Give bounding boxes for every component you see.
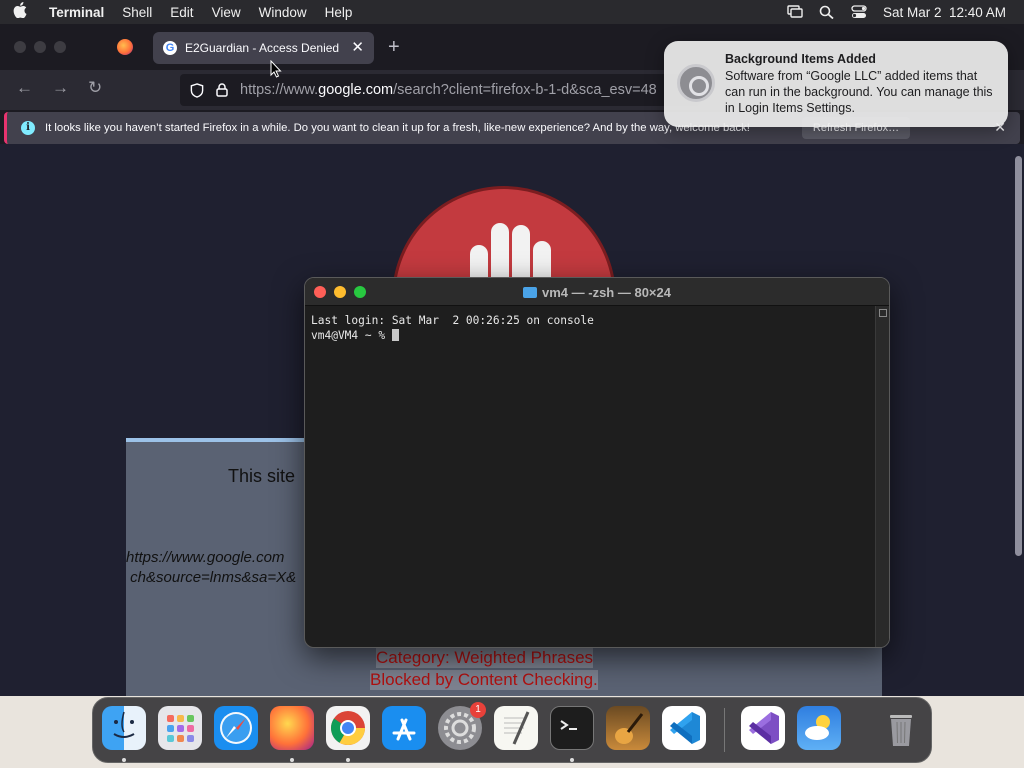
blocked-heading: This site: [228, 466, 296, 486]
back-button[interactable]: ←: [16, 78, 33, 98]
menu-bar-clock[interactable]: Sat Mar 2 12:40 AM: [883, 5, 1006, 20]
zoom-window-button[interactable]: [54, 41, 66, 53]
menu-bar: Terminal Shell Edit View Window Help Sat…: [0, 0, 1024, 24]
firefox-running-dot: [290, 758, 294, 762]
garageband-icon[interactable]: [606, 706, 650, 750]
url-bar[interactable]: https://www.google.com/search?client=fir…: [180, 74, 700, 106]
prompt-line[interactable]: vm4@VM4 ~ %: [311, 328, 594, 344]
vscode-icon[interactable]: [662, 706, 706, 750]
safari-icon[interactable]: [214, 706, 258, 750]
terminal-running-dot: [570, 758, 574, 762]
app-store-icon[interactable]: [382, 706, 426, 750]
blocked-url-line1: https://www.google.com: [126, 549, 285, 566]
blocked-url-line2: ch&source=lnms&sa=X&: [126, 569, 297, 586]
lock-icon[interactable]: [216, 83, 228, 97]
menu-view[interactable]: View: [203, 5, 250, 20]
launchpad-icon[interactable]: [158, 706, 202, 750]
block-category: Category: Weighted Phrases: [376, 648, 594, 668]
dock-separator: [724, 708, 725, 752]
background-items-notification[interactable]: Background Items Added Software from “Go…: [664, 41, 1008, 127]
chrome-running-dot: [346, 758, 350, 762]
firefox-view-icon[interactable]: [117, 39, 133, 55]
new-tab-button[interactable]: +: [388, 36, 400, 59]
firefox-icon[interactable]: [270, 706, 314, 750]
folder-icon: [523, 287, 537, 298]
block-reason: Blocked by Content Checking.: [370, 670, 598, 690]
close-window-button[interactable]: [14, 41, 26, 53]
minimize-window-button[interactable]: [34, 41, 46, 53]
settings-badge: 1: [470, 702, 486, 718]
page-scrollbar[interactable]: [1015, 156, 1022, 556]
tracking-shield-icon[interactable]: [190, 82, 204, 98]
shell-prompt: vm4@VM4 ~ %: [311, 328, 392, 342]
menu-help[interactable]: Help: [316, 5, 362, 20]
google-favicon-icon: G: [163, 41, 177, 55]
info-icon: i: [21, 121, 35, 135]
menu-window[interactable]: Window: [250, 5, 316, 20]
menu-shell[interactable]: Shell: [113, 5, 161, 20]
terminal-titlebar[interactable]: vm4 — -zsh — 80×24: [305, 278, 889, 306]
terminal-title: vm4 — -zsh — 80×24: [305, 285, 889, 300]
tab-e2guardian[interactable]: G E2Guardian - Access Denied ✕: [153, 32, 374, 64]
spotlight-search-icon[interactable]: [819, 5, 835, 19]
menu-edit[interactable]: Edit: [161, 5, 202, 20]
forward-button[interactable]: →: [52, 78, 69, 98]
url-text[interactable]: https://www.google.com/search?client=fir…: [240, 82, 657, 98]
tab-title: E2Guardian - Access Denied: [185, 41, 340, 55]
chrome-icon[interactable]: [326, 706, 370, 750]
trash-icon[interactable]: [879, 706, 923, 750]
mouse-pointer-icon: [270, 60, 282, 78]
reload-button[interactable]: ↻: [88, 78, 102, 98]
terminal-app-icon[interactable]: [550, 706, 594, 750]
screen-mirroring-icon[interactable]: [787, 5, 803, 19]
menu-app-terminal[interactable]: Terminal: [40, 5, 113, 20]
system-settings-icon[interactable]: 1: [438, 702, 486, 750]
dock: 1: [92, 697, 932, 763]
tab-close-icon[interactable]: ✕: [351, 38, 364, 56]
last-login-line: Last login: Sat Mar 2 00:26:25 on consol…: [311, 314, 594, 327]
apple-menu-icon[interactable]: [0, 2, 40, 22]
terminal-window[interactable]: vm4 — -zsh — 80×24 Last login: Sat Mar 2…: [304, 277, 890, 648]
weather-icon[interactable]: [797, 706, 841, 750]
terminal-output[interactable]: Last login: Sat Mar 2 00:26:25 on consol…: [311, 314, 594, 343]
finder-icon[interactable]: [102, 706, 146, 750]
textedit-icon[interactable]: [494, 706, 538, 750]
scroll-marker-icon: [879, 309, 887, 317]
text-cursor: [391, 328, 399, 341]
visual-studio-icon[interactable]: [741, 706, 785, 750]
finder-running-dot: [122, 758, 126, 762]
control-center-icon[interactable]: [851, 5, 867, 19]
blocked-url: https://www.google.com ch&source=lnms&sa…: [126, 548, 296, 588]
notification-title: Background Items Added: [725, 52, 876, 66]
terminal-scrollbar[interactable]: [875, 306, 889, 647]
system-settings-gear-icon: [677, 64, 715, 102]
infobar-message: It looks like you haven’t started Firefo…: [45, 122, 750, 134]
notification-body: Software from “Google LLC” added items t…: [725, 69, 993, 115]
